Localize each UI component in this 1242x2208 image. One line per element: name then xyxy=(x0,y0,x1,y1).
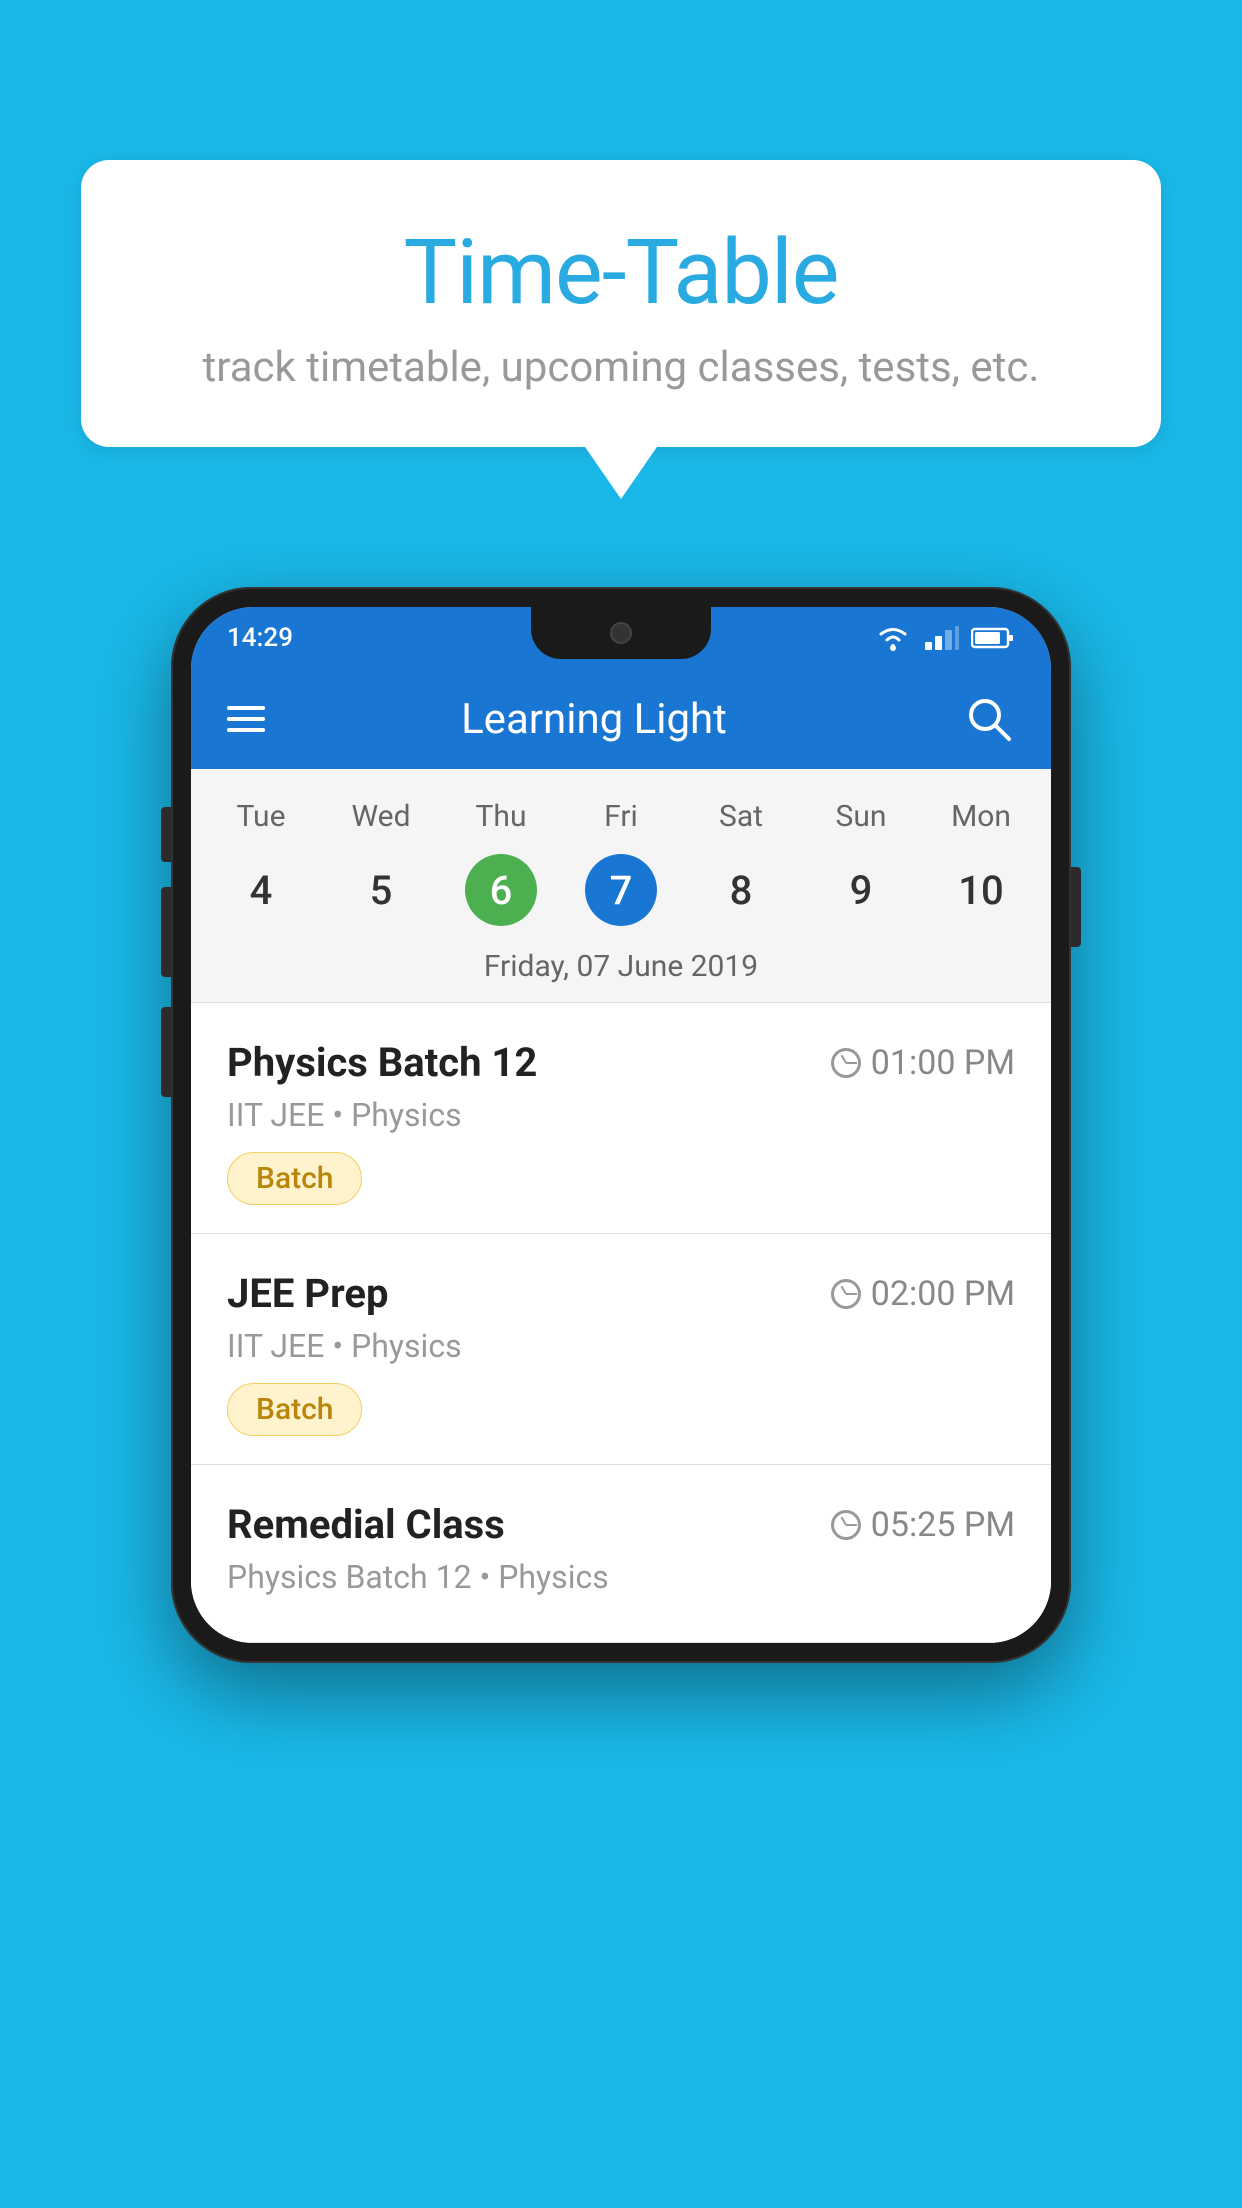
class-item-physics-batch-12[interactable]: Physics Batch 12 01:00 PM IIT JEE • Phys… xyxy=(191,1003,1051,1234)
date-10[interactable]: 10 xyxy=(921,854,1041,926)
signal-icon xyxy=(923,624,959,652)
phone-mockup: 14:29 xyxy=(171,587,1071,1663)
day-header-tue: Tue xyxy=(201,789,321,844)
phone-button-right xyxy=(1071,867,1081,947)
clock-icon-3 xyxy=(831,1510,861,1540)
class-time-2: 02:00 PM xyxy=(831,1274,1015,1314)
classes-list: Physics Batch 12 01:00 PM IIT JEE • Phys… xyxy=(191,1003,1051,1643)
date-4[interactable]: 4 xyxy=(201,854,321,926)
class-time-text-2: 02:00 PM xyxy=(871,1274,1015,1314)
phone-button-left-3 xyxy=(161,1007,171,1097)
day-header-fri: Fri xyxy=(561,789,681,844)
wifi-icon xyxy=(875,624,911,652)
phone-button-left-1 xyxy=(161,807,171,862)
date-7-selected[interactable]: 7 xyxy=(585,854,657,926)
app-title: Learning Light xyxy=(225,695,963,744)
day-dates: 4 5 6 7 8 9 10 xyxy=(191,849,1051,941)
class-subtitle-1: IIT JEE • Physics xyxy=(227,1096,1015,1134)
class-item-header-2: JEE Prep 02:00 PM xyxy=(227,1270,1015,1317)
bubble-subtitle: track timetable, upcoming classes, tests… xyxy=(161,343,1081,392)
class-time-3: 05:25 PM xyxy=(831,1505,1015,1545)
clock-icon-1 xyxy=(831,1048,861,1078)
clock-hand-m-3 xyxy=(846,1524,857,1526)
class-item-remedial[interactable]: Remedial Class 05:25 PM Physics Batch 12… xyxy=(191,1465,1051,1643)
phone-outer: 14:29 xyxy=(171,587,1071,1663)
status-icons xyxy=(875,624,1015,652)
phone-notch xyxy=(531,607,711,659)
battery-icon xyxy=(971,626,1015,650)
date-5[interactable]: 5 xyxy=(321,854,441,926)
clock-hand-m-1 xyxy=(846,1062,857,1064)
class-time-text-3: 05:25 PM xyxy=(871,1505,1015,1545)
clock-hand-m-2 xyxy=(846,1293,857,1295)
calendar-section: Tue Wed Thu Fri Sat Sun Mon 4 5 6 7 8 9 … xyxy=(191,769,1051,1003)
day-header-wed: Wed xyxy=(321,789,441,844)
phone-camera xyxy=(610,622,632,644)
phone-button-left-2 xyxy=(161,887,171,977)
clock-icon-2 xyxy=(831,1279,861,1309)
date-6-today[interactable]: 6 xyxy=(465,854,537,926)
class-item-header-3: Remedial Class 05:25 PM xyxy=(227,1501,1015,1548)
day-headers: Tue Wed Thu Fri Sat Sun Mon xyxy=(191,769,1051,849)
class-item-header-1: Physics Batch 12 01:00 PM xyxy=(227,1039,1015,1086)
top-section: Time-Table track timetable, upcoming cla… xyxy=(0,0,1242,447)
selected-date-label: Friday, 07 June 2019 xyxy=(191,941,1051,1003)
bubble-title: Time-Table xyxy=(161,220,1081,325)
day-header-sat: Sat xyxy=(681,789,801,844)
day-header-sun: Sun xyxy=(801,789,921,844)
class-name-1: Physics Batch 12 xyxy=(227,1039,537,1086)
day-header-mon: Mon xyxy=(921,789,1041,844)
search-button[interactable] xyxy=(963,693,1015,745)
class-subtitle-3: Physics Batch 12 • Physics xyxy=(227,1558,1015,1596)
speech-bubble: Time-Table track timetable, upcoming cla… xyxy=(81,160,1161,447)
class-time-1: 01:00 PM xyxy=(831,1043,1015,1083)
search-icon xyxy=(963,693,1015,745)
batch-tag-2: Batch xyxy=(227,1383,362,1436)
phone-screen: 14:29 xyxy=(191,607,1051,1643)
class-subtitle-2: IIT JEE • Physics xyxy=(227,1327,1015,1365)
date-9[interactable]: 9 xyxy=(801,854,921,926)
day-header-thu: Thu xyxy=(441,789,561,844)
class-time-text-1: 01:00 PM xyxy=(871,1043,1015,1083)
class-item-jee-prep[interactable]: JEE Prep 02:00 PM IIT JEE • Physics Batc… xyxy=(191,1234,1051,1465)
class-name-2: JEE Prep xyxy=(227,1270,388,1317)
status-time: 14:29 xyxy=(227,623,293,653)
date-8[interactable]: 8 xyxy=(681,854,801,926)
class-name-3: Remedial Class xyxy=(227,1501,505,1548)
app-bar: Learning Light xyxy=(191,669,1051,769)
batch-tag-1: Batch xyxy=(227,1152,362,1205)
